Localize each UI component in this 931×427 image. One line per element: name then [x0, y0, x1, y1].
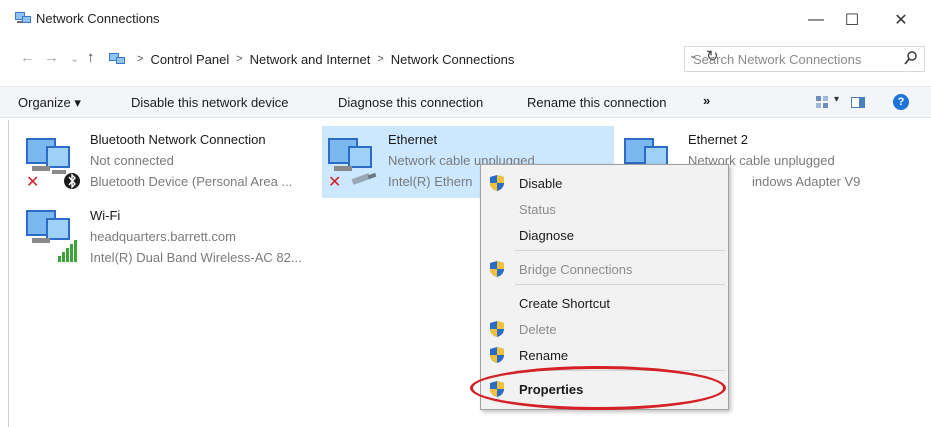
menu-separator: [515, 250, 725, 251]
menu-separator: [515, 370, 725, 371]
breadcrumb-network-connections[interactable]: Network Connections: [391, 52, 515, 67]
network-adapter-icon: [26, 210, 77, 262]
menu-item-create-shortcut[interactable]: Create Shortcut: [481, 290, 728, 316]
address-row: ← → ⌄ ↑ > Control Panel > Network and In…: [0, 42, 931, 76]
menu-item-label: Bridge Connections: [519, 262, 633, 277]
uac-shield-icon: [490, 261, 504, 277]
search-input[interactable]: Search Network Connections: [684, 46, 925, 72]
connection-name: Wi-Fi: [90, 208, 121, 223]
connection-device: Intel(R) Dual Band Wireless-AC 82...: [90, 250, 302, 265]
uac-shield-icon: [490, 175, 504, 191]
connection-status: Not connected: [90, 153, 174, 168]
menu-item-diagnose[interactable]: Diagnose: [481, 222, 728, 248]
menu-item-rename[interactable]: Rename: [481, 342, 728, 368]
menu-item-status[interactable]: Status: [481, 196, 728, 222]
uac-shield-icon: [490, 321, 504, 337]
preview-pane-icon[interactable]: [851, 97, 865, 108]
connection-status: headquarters.barrett.com: [90, 229, 236, 244]
help-icon[interactable]: ?: [893, 94, 909, 110]
view-options-caret[interactable]: ▾: [834, 94, 839, 105]
network-connections-icon: [15, 12, 31, 23]
uac-shield-icon: [490, 347, 504, 363]
maximize-button[interactable]: ☐: [829, 6, 875, 34]
breadcrumb-separator[interactable]: >: [377, 53, 383, 65]
breadcrumb-separator[interactable]: >: [236, 53, 242, 65]
svg-text:✕: ✕: [328, 172, 341, 191]
diagnose-connection-button[interactable]: Diagnose this connection: [338, 95, 483, 110]
connection-device: Bluetooth Device (Personal Area ...: [90, 174, 293, 189]
forward-button[interactable]: →: [44, 49, 59, 66]
network-adapter-icon: ✕: [328, 138, 377, 191]
command-bar: Organize ▾ Disable this network device D…: [0, 86, 931, 118]
rename-connection-button[interactable]: Rename this connection: [527, 95, 666, 110]
breadcrumb-network-and-internet[interactable]: Network and Internet: [250, 52, 371, 67]
breadcrumb-control-panel[interactable]: Control Panel: [150, 52, 229, 67]
menu-item-label: Rename: [519, 348, 569, 363]
search-icon[interactable]: [904, 50, 918, 66]
network-adapter-icon: ✕: [26, 138, 80, 191]
up-button[interactable]: ↑: [87, 49, 95, 66]
context-menu: Disable Status Diagnose Bridge Connectio…: [480, 164, 729, 410]
close-button[interactable]: ✕: [878, 6, 924, 34]
connection-device: indows Adapter V9: [752, 174, 861, 189]
breadcrumb-separator: >: [137, 53, 144, 65]
menu-item-label: Delete: [519, 322, 557, 337]
window-title: Network Connections: [36, 11, 160, 26]
menu-item-label: Disable: [519, 176, 563, 191]
menu-separator: [515, 284, 725, 285]
address-bar[interactable]: > Control Panel > Network and Internet >…: [104, 47, 719, 71]
menu-item-disable[interactable]: Disable: [481, 170, 728, 196]
connection-name: Ethernet 2: [688, 132, 748, 147]
more-commands-button[interactable]: »: [703, 93, 710, 108]
change-view-icon[interactable]: [816, 96, 828, 108]
menu-item-label: Create Shortcut: [519, 296, 611, 311]
connection-item-bluetooth[interactable]: ✕ Bluetooth Network Connection Not conne…: [24, 126, 314, 206]
control-panel-icon: [109, 53, 125, 64]
svg-text:✕: ✕: [26, 172, 39, 191]
recent-locations-button[interactable]: ⌄: [70, 52, 79, 65]
menu-item-label: Status: [519, 202, 556, 217]
menu-item-properties[interactable]: Properties: [481, 376, 728, 402]
organize-menu[interactable]: Organize ▾: [18, 95, 81, 111]
back-button[interactable]: ←: [20, 49, 35, 66]
menu-item-delete[interactable]: Delete: [481, 316, 728, 342]
connection-name: Bluetooth Network Connection: [90, 132, 266, 147]
pane-divider: [8, 120, 9, 427]
title-bar: Network Connections — ☐ ✕: [0, 0, 931, 40]
uac-shield-icon: [490, 381, 504, 397]
search-placeholder: Search Network Connections: [693, 51, 862, 67]
connection-item-wifi[interactable]: Wi-Fi headquarters.barrett.com Intel(R) …: [24, 202, 324, 282]
disable-device-button[interactable]: Disable this network device: [131, 95, 289, 110]
menu-item-label: Properties: [519, 382, 584, 397]
menu-item-label: Diagnose: [519, 228, 574, 243]
connection-name: Ethernet: [388, 132, 438, 147]
menu-item-bridge-connections[interactable]: Bridge Connections: [481, 256, 728, 282]
connection-device: Intel(R) Ethern: [388, 174, 473, 189]
